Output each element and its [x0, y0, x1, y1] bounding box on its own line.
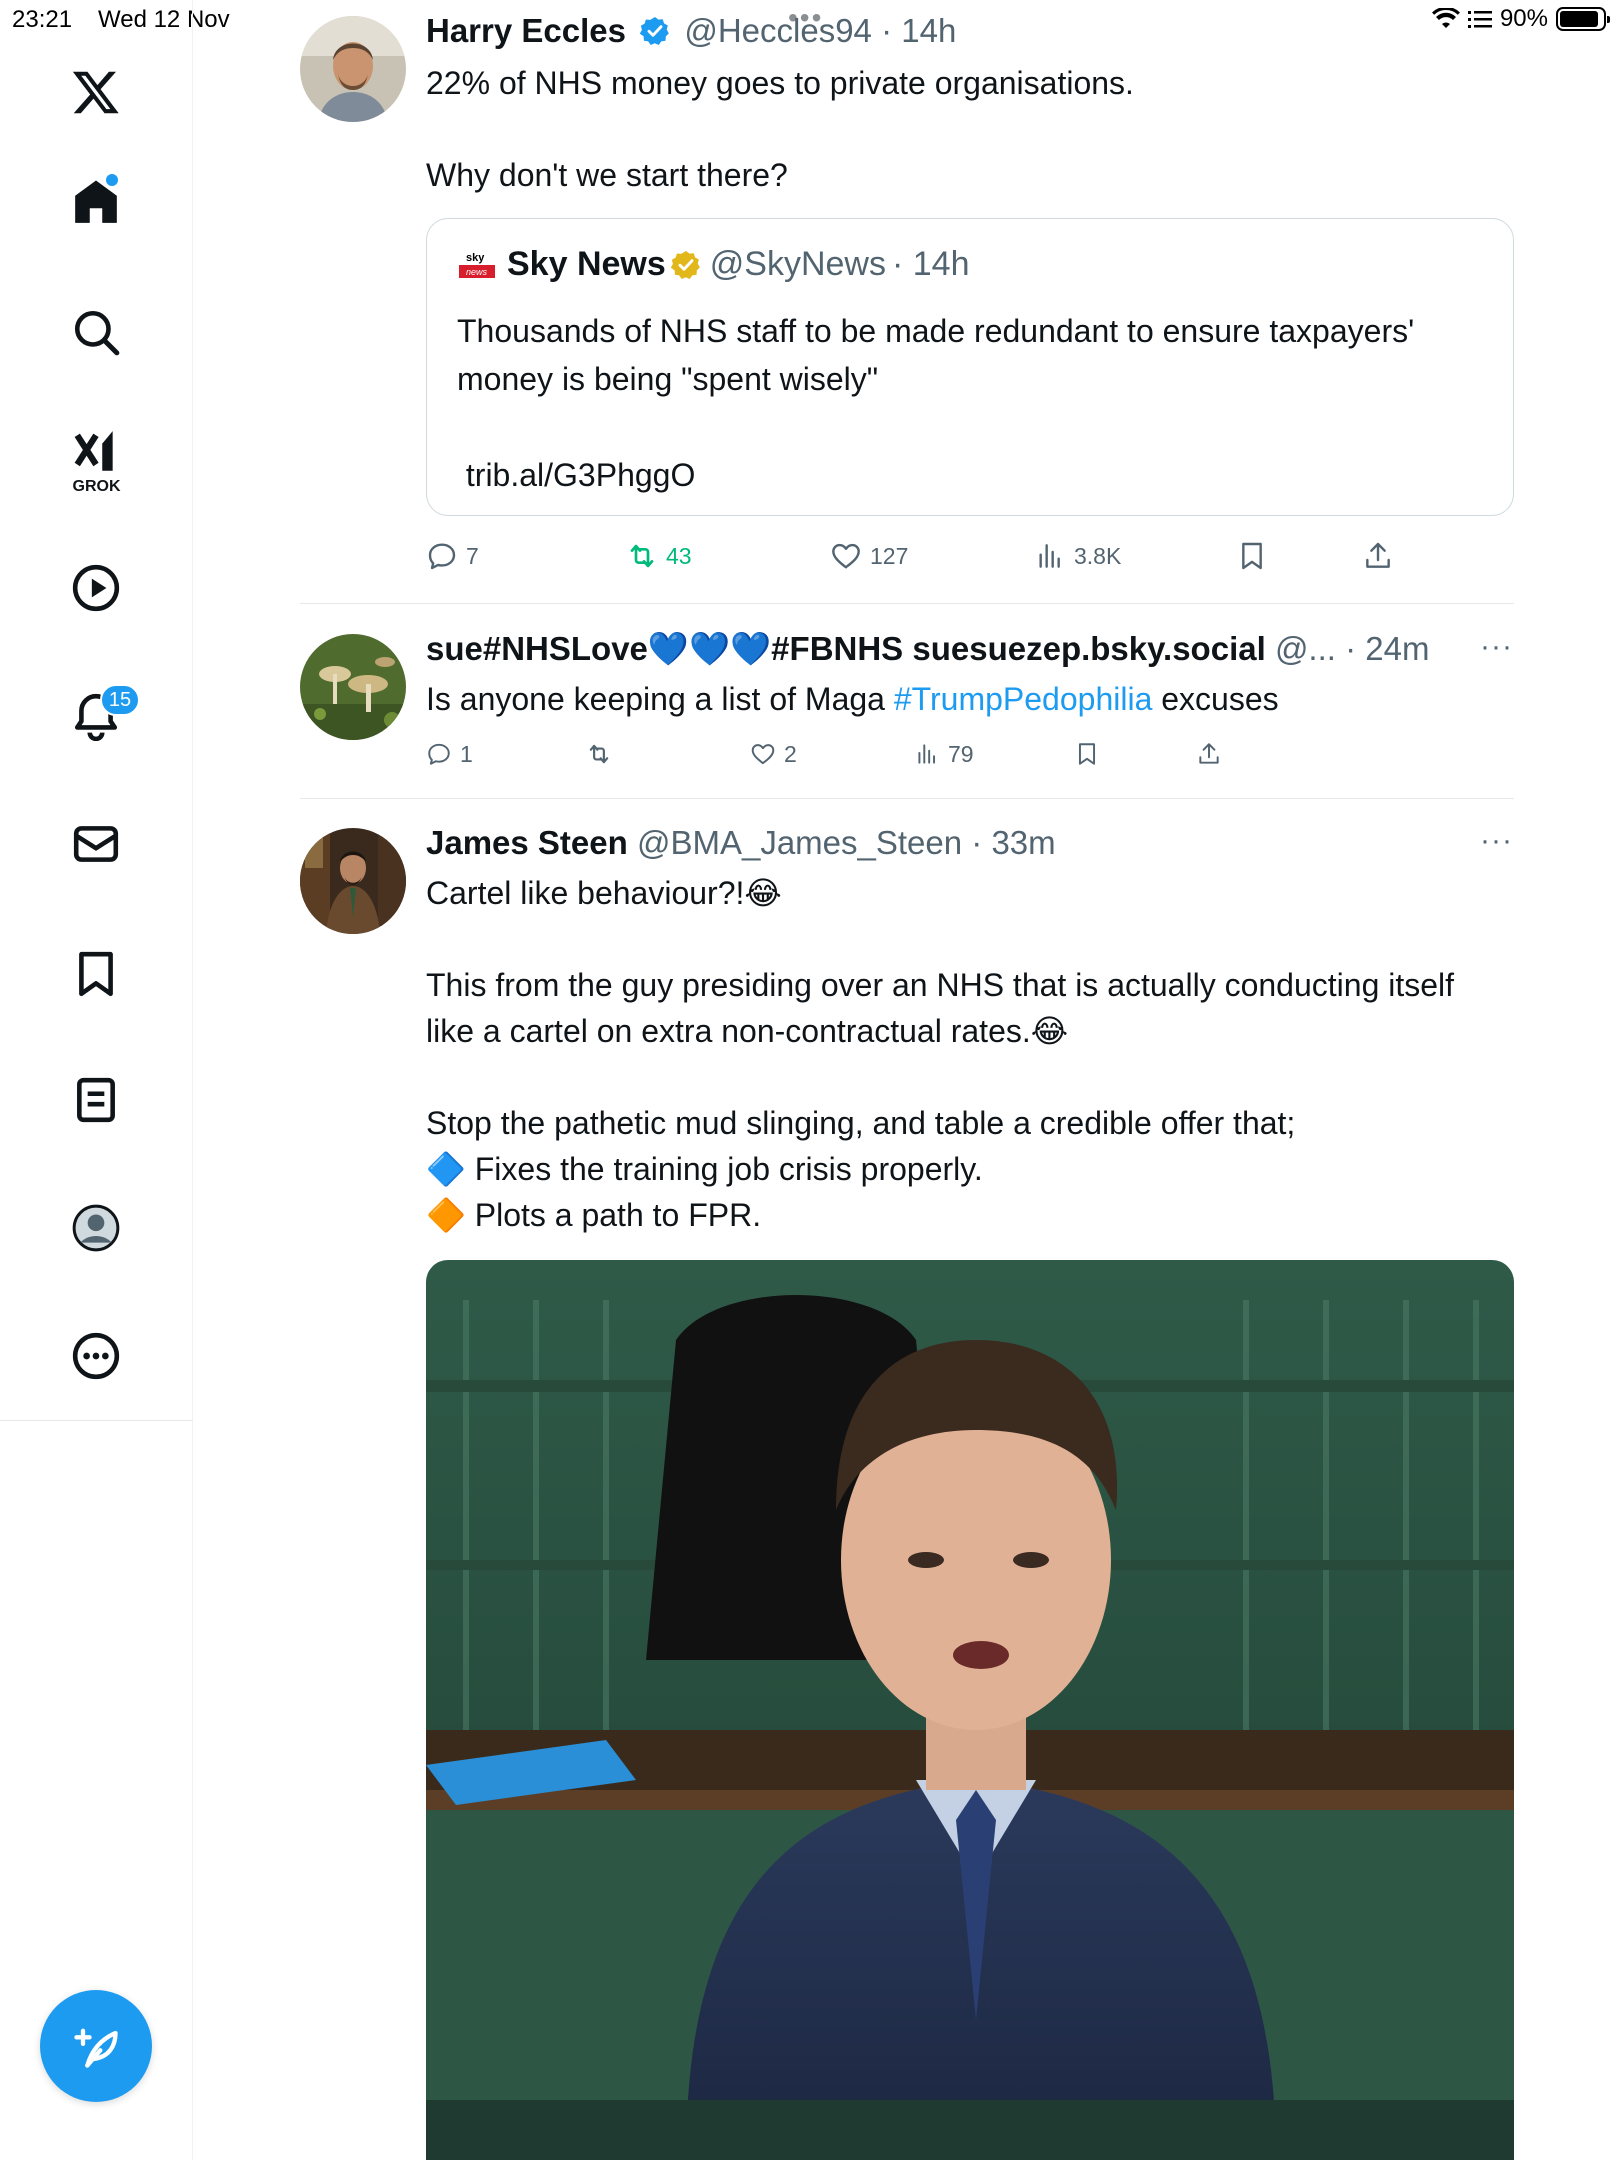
- like-button[interactable]: 2: [750, 741, 797, 768]
- bookmark-icon: [1078, 743, 1096, 765]
- hashtag-link[interactable]: #TrumpPedophilia: [894, 681, 1153, 717]
- sidebar-nav: GROK 15: [0, 0, 193, 2160]
- repost-button[interactable]: [586, 741, 620, 767]
- reply-icon: [428, 543, 456, 570]
- tweet-header: James Steen @BMA_James_Steen · 33m: [426, 824, 1056, 862]
- sidebar-divider: [0, 1420, 193, 1421]
- reply-count: 7: [466, 542, 479, 569]
- avatar[interactable]: [300, 16, 406, 122]
- more-options-icon[interactable]: ···: [1480, 824, 1513, 858]
- quote-text: Thousands of NHS staff to be made redund…: [457, 313, 1415, 493]
- tweet-text-part: Is anyone keeping a list of Maga: [426, 681, 894, 717]
- svg-text:news: news: [466, 267, 488, 277]
- svg-text:sky: sky: [466, 252, 485, 264]
- tweet-text: Is anyone keeping a list of Maga #TrumpP…: [426, 676, 1506, 722]
- more-options-icon[interactable]: ···: [1480, 630, 1513, 664]
- tweet-time[interactable]: · 24m: [1345, 630, 1429, 667]
- tweet-text: 22% of NHS money goes to private organis…: [426, 65, 1134, 193]
- profile-icon[interactable]: [64, 1196, 128, 1260]
- tweet-time[interactable]: · 33m: [971, 824, 1055, 861]
- media-photo: [426, 1260, 1514, 2160]
- share-icon: [1199, 743, 1219, 764]
- home-icon[interactable]: [64, 170, 128, 234]
- search-icon[interactable]: [64, 300, 128, 364]
- more-icon[interactable]: [64, 1324, 128, 1388]
- like-count: 127: [870, 542, 909, 569]
- status-right: 90%: [1431, 5, 1610, 33]
- quote-time: · 14h: [891, 245, 970, 283]
- author-name[interactable]: sue#NHSLove💙💙💙#FBNHS suesuezep.bsky.soci…: [426, 630, 1266, 667]
- views-icon: [1039, 544, 1060, 568]
- tweet-actions: 7 43 127 3.8K: [426, 536, 1514, 576]
- like-icon: [832, 543, 860, 569]
- notifications-badge: 15: [100, 684, 140, 716]
- like-icon: [751, 744, 775, 765]
- author-handle[interactable]: @...: [1275, 630, 1336, 667]
- repost-count: 43: [666, 542, 692, 569]
- author-name[interactable]: James Steen: [426, 824, 628, 861]
- tweet-divider: [300, 798, 1514, 799]
- list-icon[interactable]: [64, 1068, 128, 1132]
- wifi-icon: [1431, 8, 1460, 28]
- author-handle[interactable]: @Heccles94: [684, 12, 872, 49]
- quoted-tweet[interactable]: sky news Sky News @SkyNews · 14h Thousand…: [426, 218, 1514, 516]
- bookmark-icon[interactable]: [64, 942, 128, 1006]
- menu-lines-icon: [1467, 11, 1492, 28]
- battery-percent: 90%: [1499, 5, 1548, 32]
- video-icon[interactable]: [64, 556, 128, 620]
- verified-icon: [639, 17, 670, 45]
- tweet-media-image[interactable]: [426, 1260, 1514, 2160]
- compose-icon: [74, 2028, 118, 2068]
- x-logo-icon[interactable]: [64, 60, 128, 124]
- reply-button[interactable]: 1: [426, 741, 473, 768]
- repost-icon: [630, 544, 654, 568]
- quote-header: sky news Sky News @SkyNews · 14h: [457, 245, 969, 284]
- home-unread-dot: [106, 174, 118, 186]
- tweet-text-part: excuses: [1152, 681, 1279, 717]
- views-count: 79: [948, 740, 974, 767]
- author-name[interactable]: Harry Eccles: [426, 12, 626, 49]
- quote-author-name: Sky News: [507, 245, 666, 283]
- sky-news-logo: sky news: [457, 247, 497, 282]
- grok-icon[interactable]: [64, 420, 128, 484]
- author-handle[interactable]: @BMA_James_Steen: [637, 824, 962, 861]
- reply-count: 1: [460, 740, 473, 767]
- like-button[interactable]: 127: [830, 540, 908, 572]
- repost-button[interactable]: 43: [626, 540, 692, 572]
- tweet-actions: 1 2 79: [426, 736, 1514, 772]
- tweet-time[interactable]: · 14h: [881, 12, 956, 49]
- reply-button[interactable]: 7: [426, 540, 479, 572]
- battery-icon: [1556, 7, 1610, 31]
- views-button[interactable]: 79: [914, 741, 974, 768]
- views-button[interactable]: 3.8K: [1034, 540, 1121, 572]
- views-count: 3.8K: [1074, 542, 1122, 569]
- bookmark-icon: [1242, 542, 1262, 570]
- avatar[interactable]: [300, 828, 406, 934]
- views-icon: [918, 744, 936, 764]
- tweet-header: sue#NHSLove💙💙💙#FBNHS suesuezep.bsky.soci…: [426, 630, 1429, 669]
- verified-gold-icon: [670, 250, 700, 279]
- reply-icon: [428, 743, 450, 765]
- avatar[interactable]: [300, 634, 406, 740]
- like-count: 2: [784, 740, 797, 767]
- repost-icon: [589, 744, 609, 764]
- share-icon: [1366, 542, 1390, 568]
- mail-icon[interactable]: [64, 812, 128, 876]
- share-button[interactable]: [1362, 540, 1394, 572]
- compose-button[interactable]: [40, 1990, 152, 2102]
- share-button[interactable]: [1196, 741, 1222, 767]
- tweet-header: Harry Eccles @Heccles94 · 14h: [426, 12, 956, 50]
- tweet-text: Cartel like behaviour?!😂 This from the g…: [426, 875, 1455, 1233]
- quote-author-handle: @SkyNews: [709, 245, 886, 283]
- grok-label: GROK: [72, 478, 121, 495]
- bookmark-tweet-button[interactable]: [1236, 540, 1268, 572]
- tweet-divider: [300, 603, 1514, 604]
- bookmark-tweet-button[interactable]: [1074, 741, 1100, 767]
